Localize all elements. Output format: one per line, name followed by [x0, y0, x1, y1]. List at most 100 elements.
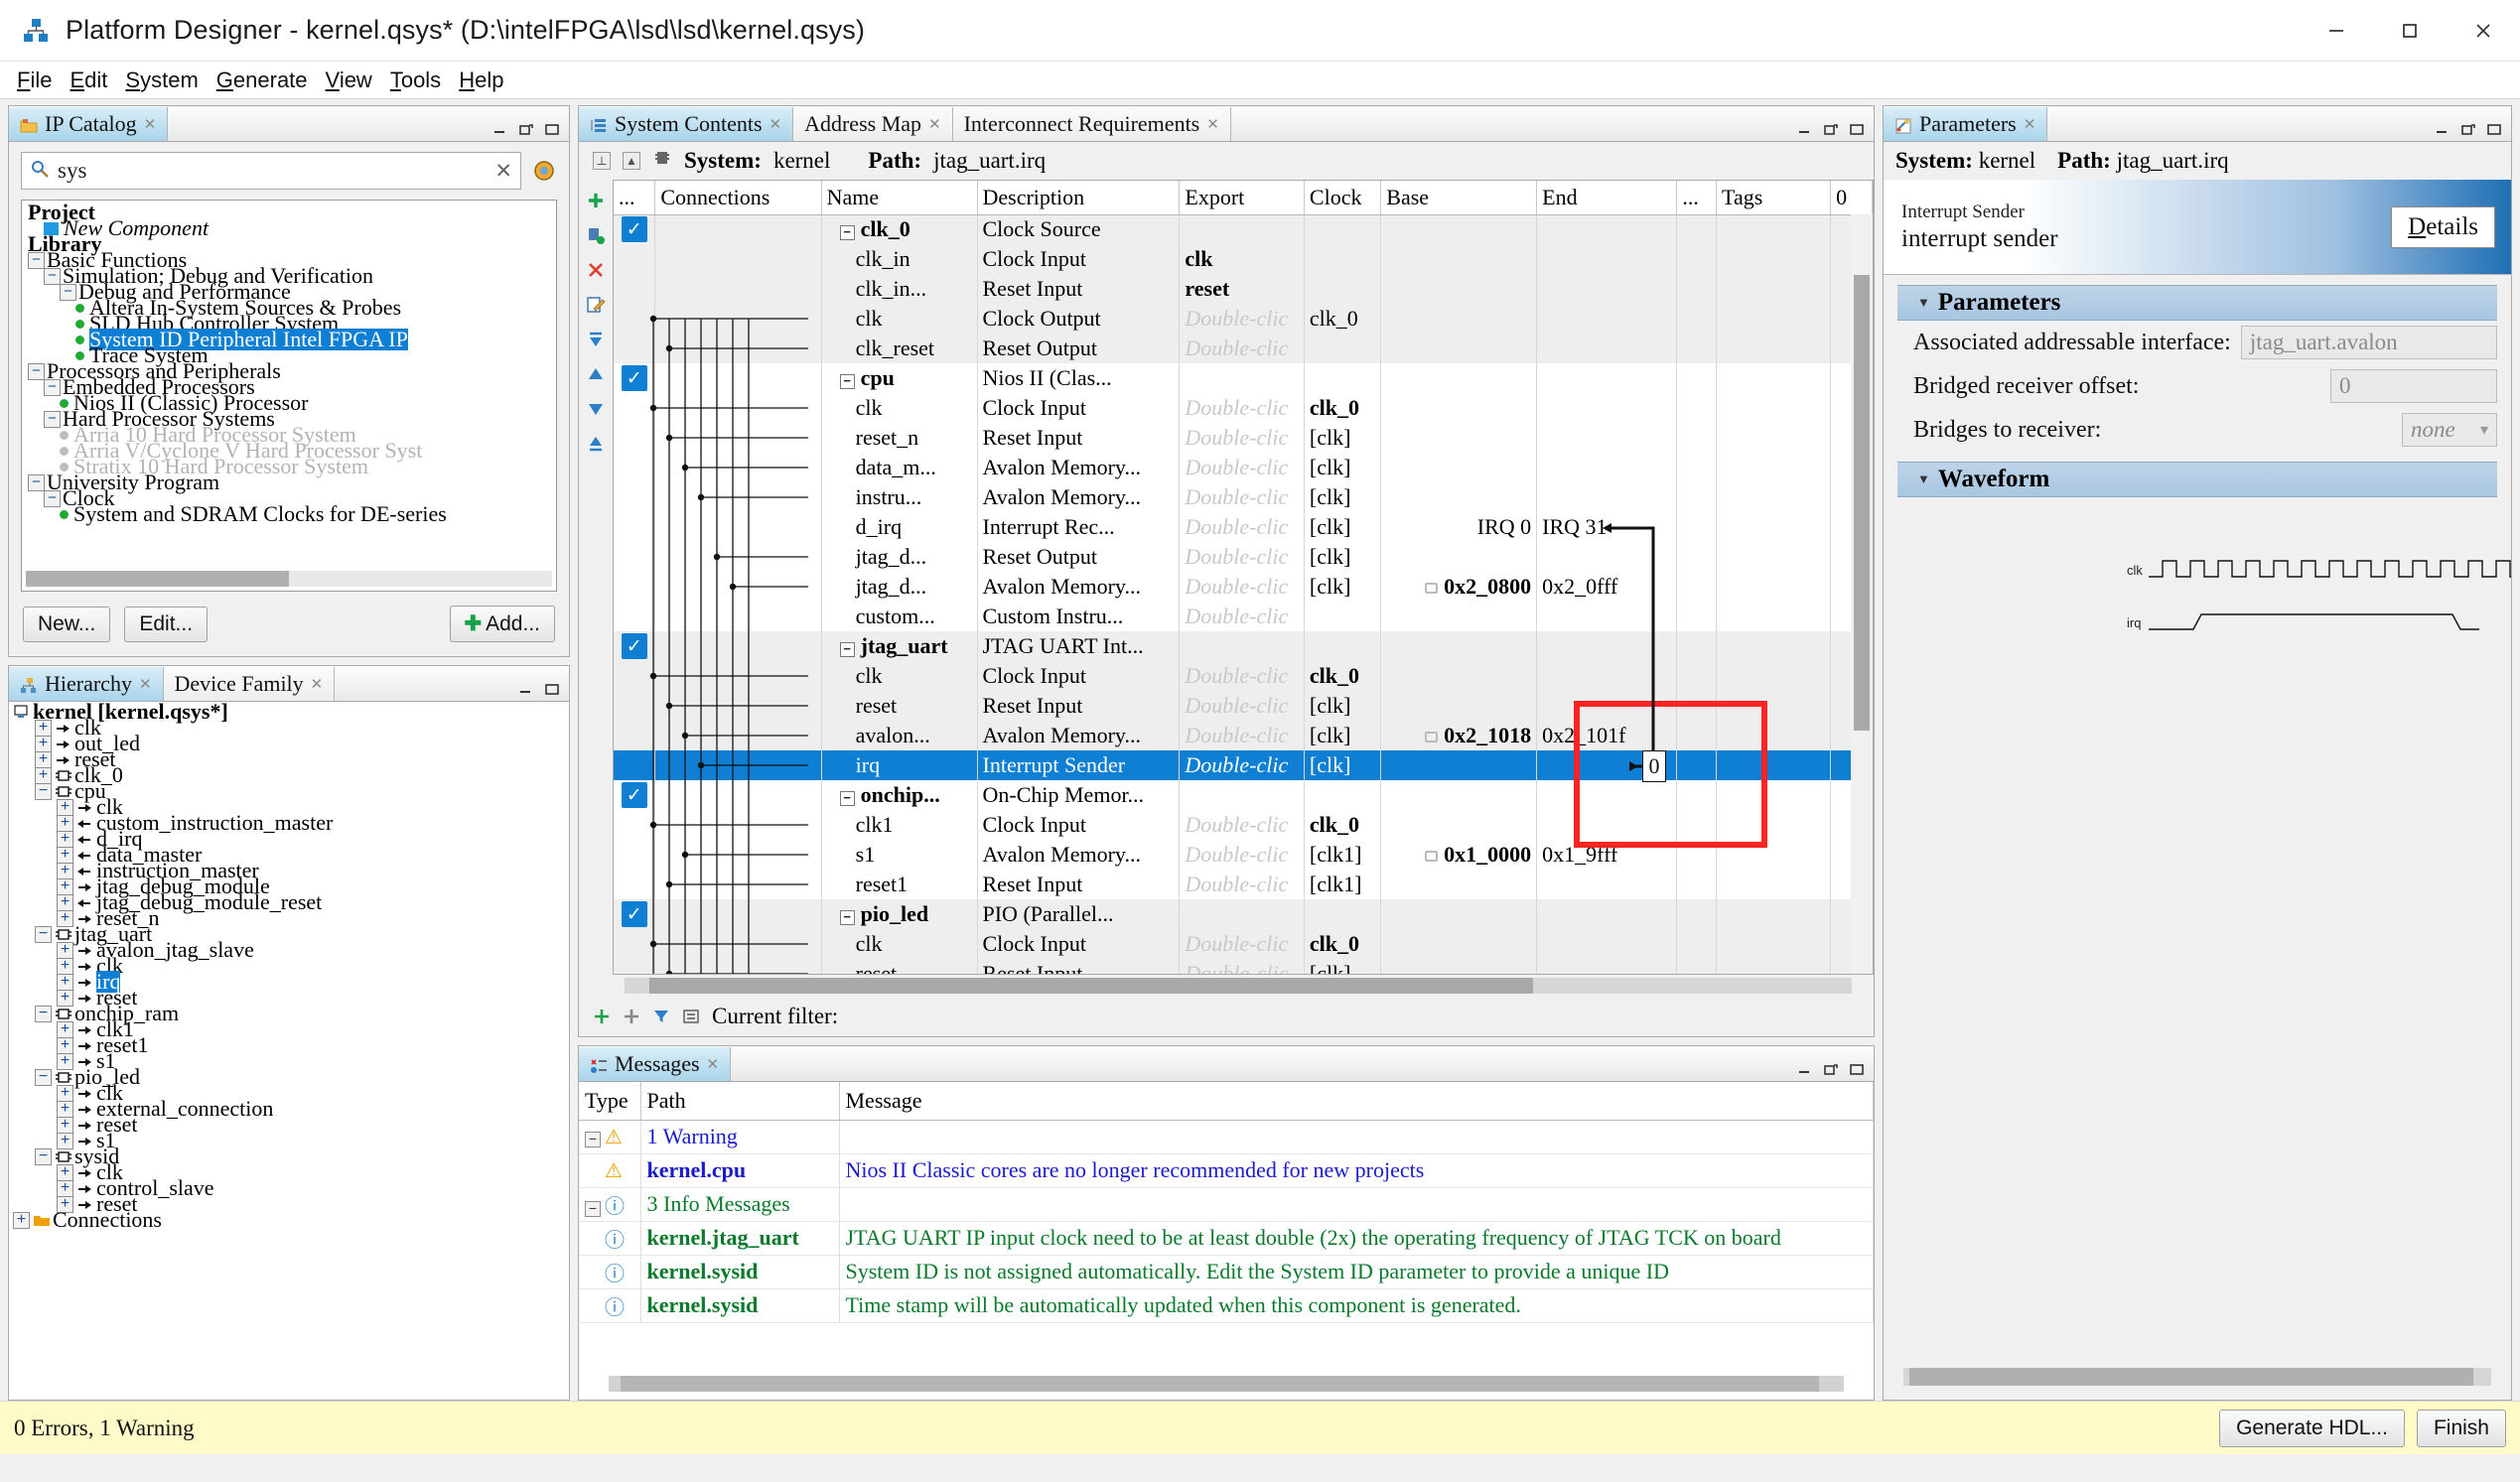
row-clock[interactable]: [clk] — [1304, 482, 1380, 512]
row-tags[interactable] — [1717, 810, 1831, 840]
duplicate-icon[interactable] — [585, 224, 607, 246]
connections-cell[interactable] — [655, 304, 821, 334]
table-row[interactable]: d_irqInterrupt Rec...Double-clic[clk]IRQ… — [614, 512, 1873, 542]
tab-device-family[interactable]: Device Family ✕ — [164, 667, 336, 701]
row-enable-checkbox[interactable] — [614, 453, 655, 482]
row-tags[interactable] — [1717, 334, 1831, 363]
tab-hierarchy[interactable]: Hierarchy ✕ — [9, 667, 164, 701]
ip-catalog-tree-item[interactable]: New Component — [22, 220, 556, 236]
row-enable-checkbox[interactable]: ✓ — [614, 899, 655, 929]
row-base[interactable] — [1381, 334, 1537, 363]
row-tags[interactable] — [1717, 512, 1831, 542]
row-clock[interactable] — [1304, 631, 1380, 661]
collapse-icon[interactable]: − — [35, 1006, 52, 1022]
edit-button[interactable]: Edit... — [124, 606, 208, 642]
row-base[interactable] — [1381, 244, 1537, 274]
lock-icon[interactable] — [1425, 583, 1438, 594]
message-type-cell[interactable]: −ⓘ — [579, 1187, 640, 1221]
table-row[interactable]: s1Avalon Memory...Double-clic[clk1]0x1_0… — [614, 840, 1873, 870]
row-export[interactable] — [1180, 214, 1304, 244]
row-clock[interactable] — [1304, 602, 1380, 631]
row-clock[interactable]: [clk] — [1304, 512, 1380, 542]
table-row[interactable]: ✓−jtag_uartJTAG UART Int... — [614, 631, 1873, 661]
hierarchy-tree-item[interactable]: −onchip_ram — [11, 1006, 569, 1021]
row-enable-checkbox[interactable]: ✓ — [614, 780, 655, 810]
row-enable-checkbox[interactable] — [614, 334, 655, 363]
column-header[interactable]: Message — [839, 1082, 1874, 1120]
tab-messages[interactable]: Messages ✕ — [579, 1047, 731, 1081]
table-row[interactable]: avalon...Avalon Memory...Double-clic[clk… — [614, 721, 1873, 750]
table-row[interactable]: ✓−pio_ledPIO (Parallel... — [614, 899, 1873, 929]
table-horizontal-scrollbar[interactable] — [579, 975, 1874, 997]
expand-icon[interactable]: + — [57, 1037, 73, 1054]
row-tags[interactable] — [1717, 482, 1831, 512]
row-enable-checkbox[interactable] — [614, 572, 655, 602]
row-base[interactable] — [1381, 482, 1537, 512]
connections-cell[interactable] — [655, 840, 821, 870]
row-enable-checkbox[interactable] — [614, 750, 655, 780]
column-header[interactable]: Name — [821, 181, 977, 214]
menu-item-file[interactable]: File — [8, 66, 61, 95]
row-tags[interactable] — [1717, 363, 1831, 393]
finish-button[interactable]: Finish — [2417, 1410, 2506, 1447]
expand-icon[interactable]: + — [57, 894, 73, 911]
table-row[interactable]: resetReset InputDouble-clic[clk] — [614, 959, 1873, 975]
lock-icon[interactable] — [1425, 732, 1438, 742]
row-clock[interactable]: [clk1] — [1304, 840, 1380, 870]
new-button[interactable]: New... — [23, 606, 110, 642]
row-clock[interactable] — [1304, 244, 1380, 274]
row-clock[interactable]: [clk] — [1304, 453, 1380, 482]
menu-item-help[interactable]: Help — [450, 66, 512, 95]
row-base[interactable] — [1381, 661, 1537, 691]
connections-cell[interactable] — [655, 661, 821, 691]
move-top-icon[interactable] — [585, 329, 607, 350]
row-clock[interactable]: [clk] — [1304, 721, 1380, 750]
row-enable-checkbox[interactable] — [614, 274, 655, 304]
table-vertical-scrollbar[interactable] — [1851, 214, 1873, 974]
expand-icon[interactable]: + — [57, 1101, 73, 1118]
hierarchy-tree-item[interactable]: −sysid — [11, 1148, 569, 1164]
collapse-all-icon[interactable]: ⊥ — [593, 152, 611, 170]
message-type-cell[interactable]: ⚠ — [579, 1153, 640, 1187]
expand-icon[interactable]: + — [57, 1085, 73, 1102]
row-enable-checkbox[interactable]: ✓ — [614, 363, 655, 393]
hierarchy-tree-item[interactable]: +data_master — [11, 847, 569, 863]
table-row[interactable]: reset_nReset InputDouble-clic[clk] — [614, 423, 1873, 453]
connections-cell[interactable] — [655, 542, 821, 572]
row-tags[interactable] — [1717, 780, 1831, 810]
details-button[interactable]: Details — [2391, 206, 2495, 248]
connections-cell[interactable] — [655, 750, 821, 780]
table-row[interactable]: jtag_d...Reset OutputDouble-clic[clk] — [614, 542, 1873, 572]
row-tags[interactable] — [1717, 661, 1831, 691]
row-tags[interactable] — [1717, 393, 1831, 423]
table-row[interactable]: clkClock InputDouble-clicclk_0 — [614, 661, 1873, 691]
row-clock[interactable]: clk_0 — [1304, 393, 1380, 423]
close-icon[interactable]: ✕ — [144, 115, 157, 134]
expand-icon[interactable]: + — [57, 799, 73, 816]
row-clock[interactable]: clk_0 — [1304, 929, 1380, 959]
tab-interconnect-requirements[interactable]: Interconnect Requirements ✕ — [953, 107, 1231, 141]
hierarchy-tree-item[interactable]: +reset1 — [11, 1037, 569, 1053]
table-row[interactable]: clk_inClock Inputclk — [614, 244, 1873, 274]
menu-item-system[interactable]: System — [116, 66, 207, 95]
row-tags[interactable] — [1717, 750, 1831, 780]
row-enable-checkbox[interactable] — [614, 482, 655, 512]
add-icon[interactable] — [585, 190, 607, 211]
row-enable-checkbox[interactable] — [614, 512, 655, 542]
column-header[interactable]: ... — [614, 181, 655, 214]
parameter-select[interactable]: none▾ — [2402, 413, 2497, 447]
chevron-down-icon[interactable]: ▾ — [2480, 420, 2488, 440]
connections-cell[interactable] — [655, 214, 821, 244]
row-base[interactable] — [1381, 780, 1537, 810]
table-row[interactable]: instru...Avalon Memory...Double-clic[clk… — [614, 482, 1873, 512]
connections-cell[interactable] — [655, 393, 821, 423]
hierarchy-tree-item[interactable]: +control_slave — [11, 1180, 569, 1196]
row-enable-checkbox[interactable] — [614, 244, 655, 274]
row-base[interactable] — [1381, 393, 1537, 423]
parameter-input[interactable]: 0 — [2330, 369, 2497, 403]
column-header[interactable]: Clock — [1304, 181, 1380, 214]
parameters-section-header[interactable]: ▼ Parameters — [1897, 285, 2497, 321]
row-enable-checkbox[interactable] — [614, 304, 655, 334]
row-base[interactable] — [1381, 274, 1537, 304]
expand-icon[interactable]: + — [57, 878, 73, 895]
